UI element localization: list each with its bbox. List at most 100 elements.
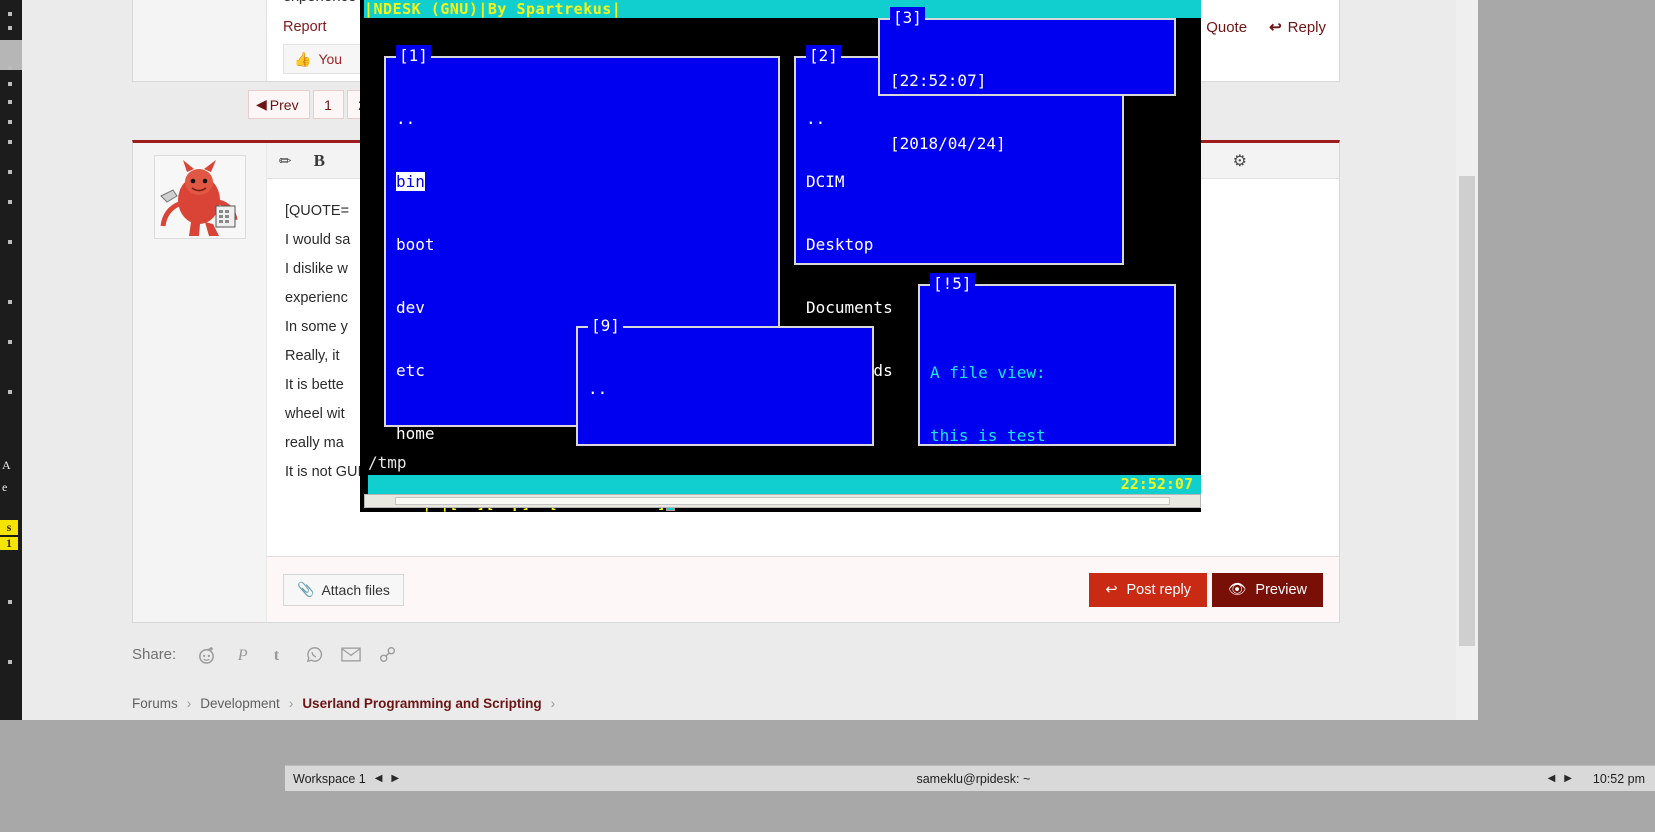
post-reply-button[interactable]: ↩ Post reply [1089,572,1207,607]
panel-items: .. [588,336,665,441]
report-link[interactable]: Report [283,19,327,35]
attach-files-button[interactable]: 📎 Attach files [283,573,404,606]
pagination-prev-label: Prev [269,96,299,113]
terminal-panel-tmp-listing[interactable]: [9] .. [576,315,874,446]
pinterest-icon[interactable]: P [233,645,252,664]
whatsapp-icon[interactable] [305,645,324,664]
workspace-label[interactable]: Workspace 1 [293,772,366,786]
clock-time: [22:52:07] [890,71,987,90]
strip-marker [8,390,12,394]
strip-marker [8,660,12,664]
post-text-tail: experience [283,0,356,5]
list-item: DCIM [806,172,845,191]
paperclip-icon: 📎 [297,581,315,597]
desktop-background-right [1478,0,1655,720]
editor-footer: 📎 Attach files ↩ Post reply 👁 Preview [267,556,1339,622]
breadcrumb: Forums › Development › Userland Programm… [132,696,555,711]
strip-glyph-s: s [0,520,18,535]
right-arrow-icon[interactable]: ▶ [391,773,399,784]
breadcrumb-item-development[interactable]: Development [200,696,280,711]
terminal-panel-clock[interactable]: [3] [22:52:07] [2018/04/24] [878,7,1176,153]
strip-glyph-i: 1 [0,537,18,550]
terminal-panel-file-view[interactable]: [!5] A file view: this is test hello wor… [918,273,1176,508]
eye-icon: 👁 [1228,582,1247,598]
gear-icon[interactable]: ⚙ [1233,151,1247,171]
strip-marker [8,100,12,104]
window-scrollbar[interactable] [1456,0,1478,720]
left-arrow-icon: ◀ [256,96,267,112]
strip-marker [8,600,12,604]
link-icon[interactable] [378,645,397,664]
strip-marker [8,12,12,16]
pagination-page-1[interactable]: 1 [312,90,344,119]
terminal-current-path: /tmp [368,453,407,472]
panel-items: .. bin boot dev etc home lib lost+found … [396,66,492,512]
breadcrumb-item-userland[interactable]: Userland Programming and Scripting [302,696,541,711]
strip-marker [8,240,12,244]
editor-avatar-column [133,143,267,622]
post-avatar-column [133,0,267,81]
panel-items: [22:52:07] [2018/04/24] [890,28,1006,196]
active-window-title[interactable]: sameklu@rpidesk: ~ [399,772,1547,786]
svg-text:P: P [237,647,248,664]
share-label: Share: [132,646,177,663]
strip-marker [8,120,12,124]
strip-marker [8,66,12,70]
strip-marker [8,26,12,30]
list-item: dev [396,298,425,317]
quote-label: Quote [1206,18,1248,36]
breadcrumb-item-forums[interactable]: Forums [132,696,178,711]
clock-date: [2018/04/24] [890,134,1006,153]
terminal-status-clock: 22:52:07 [1120,475,1193,493]
left-arrow-icon[interactable]: ◀ [1548,773,1556,784]
preview-label: Preview [1255,581,1307,598]
post-reply-label: Post reply [1126,581,1191,598]
tumblr-icon[interactable]: t [269,645,288,664]
post-actions: ✚ Quote ↩ Reply [1188,18,1326,37]
svg-text:t: t [274,647,280,664]
terminal-window[interactable]: |NDESK (GNU)|By Spartrekus| [1] .. bin b… [360,0,1201,512]
desktop: A e s 1 experience Report 👍 You [0,0,1655,832]
window-scroll-thumb[interactable] [1459,176,1475,646]
editor-submit-group: ↩ Post reply 👁 Preview [1089,572,1323,607]
terminal-horizontal-scrollbar[interactable] [364,494,1201,508]
list-item: etc [396,361,425,380]
strip-marker [8,200,12,204]
reply-arrow-icon: ↩ [1105,581,1118,598]
strip-glyph-e: e [2,480,8,494]
pagination-prev[interactable]: ◀ Prev [248,90,310,119]
bold-button[interactable]: B [314,151,325,171]
reply-button[interactable]: ↩ Reply [1269,18,1326,37]
left-arrow-icon[interactable]: ◀ [375,773,383,784]
browser-left-strip: A e s 1 [0,0,22,720]
reply-arrow-icon: ↩ [1269,19,1282,36]
list-item: home [396,424,435,443]
list-item: bin [396,171,492,192]
list-item: boot [396,235,435,254]
taskbar-right: ◀ ▶ 10:52 pm [1548,772,1655,786]
terminal-scroll-thumb[interactable] [395,497,1170,505]
list-item: .. [806,109,826,128]
attach-files-label: Attach files [321,581,390,598]
reddit-icon[interactable] [197,645,216,664]
strip-marker [8,82,12,86]
list-item: .. [396,109,416,128]
panel-title: [!5] [930,273,975,294]
terminal-title-bar: |NDESK (GNU)|By Spartrekus| [364,0,1201,18]
reaction-you-label[interactable]: You [318,51,342,67]
preview-button[interactable]: 👁 Preview [1212,572,1323,607]
chevron-right-icon: › [288,696,294,711]
panel-title: [2] [806,45,841,66]
avatar[interactable] [153,155,246,239]
list-item: Desktop [806,235,874,254]
chevron-right-icon: › [550,696,556,711]
list-item: Documents [806,298,893,317]
taskbar-clock: 10:52 pm [1592,771,1645,786]
workspace-switcher: Workspace 1 ◀ ▶ [285,772,399,786]
right-arrow-icon[interactable]: ▶ [1564,773,1572,784]
terminal-status-bar: |5|[12][tmp] [b:BeON-Menu] 22:52:07 [368,475,1201,512]
chevron-right-icon: › [186,696,192,711]
eraser-icon[interactable]: ✏ [279,152,292,170]
selected-item[interactable]: bin [396,172,425,191]
email-icon[interactable] [341,645,361,664]
